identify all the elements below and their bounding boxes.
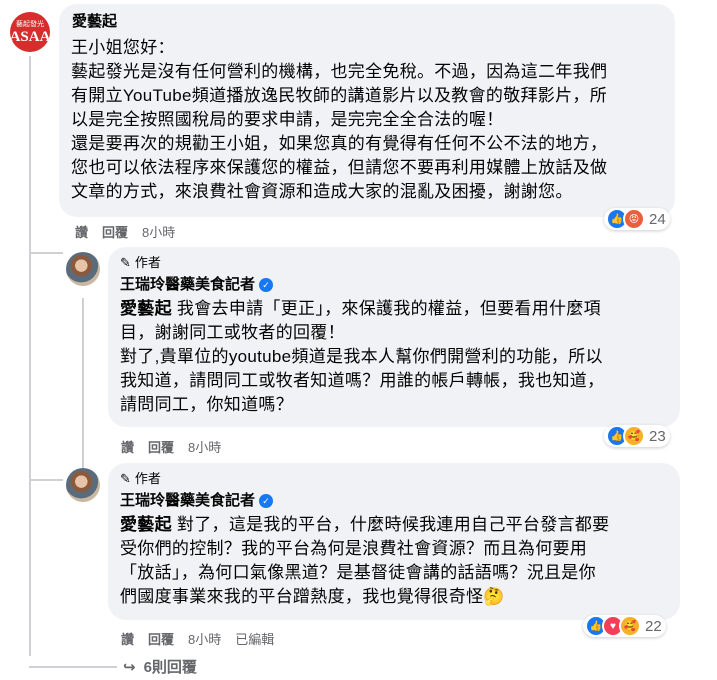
comment-line: 請問同工，你知道嗎？ [120, 395, 293, 414]
view-replies-label: 6則回覆 [143, 659, 197, 676]
reply-button[interactable]: 回覆 [148, 437, 174, 456]
comment-text: 愛藝起 我會去申請「更正」，來保護我的權益，但要看用什麼項 目，謝謝同工或牧者的… [120, 297, 668, 417]
comment-actions-1: 讚 回覆 8小時 [75, 222, 189, 241]
comment-line: 王小姐您好： [71, 38, 175, 57]
like-button[interactable]: 讚 [121, 437, 134, 456]
comment-actions-3: 讚 回覆 8小時 已編輯 [121, 629, 288, 648]
care-reaction-icon: 🥰 [623, 425, 645, 447]
author-badge-label: 作者 [134, 471, 161, 486]
pencil-icon: ✎ [120, 255, 131, 270]
avatar-author[interactable] [66, 252, 100, 286]
thread-line-branch-3 [29, 666, 117, 668]
timestamp[interactable]: 8小時 [142, 222, 175, 241]
mention-link[interactable]: 愛藝起 [120, 515, 172, 534]
reaction-count: 22 [645, 617, 662, 635]
comment-line: 對了,貴單位的youtube頻道是我本人幫你們開營利的功能，所以 [120, 347, 603, 366]
thread-line-branch-1 [29, 252, 63, 254]
comment-line: 們國度事業來我的平台蹭熱度，我也覺得很奇怪🤔 [120, 587, 505, 606]
care-reaction-icon: 🥰 [619, 615, 641, 637]
author-badge: ✎ 作者 [120, 255, 668, 271]
author-badge-label: 作者 [134, 255, 161, 270]
reaction-count: 24 [649, 210, 666, 228]
angry-reaction-icon: 😡 [623, 208, 645, 230]
comment-line: 您也可以依法程序來保護您的權益，但請您不要再利用媒體上放話及做 [71, 158, 608, 177]
comment-actions-2: 讚 回覆 8小時 [121, 437, 235, 456]
comment-line: 文章的方式，來浪費社會資源和造成大家的混亂及困擾，謝謝您。 [71, 182, 573, 201]
avatar-logo-top: 藝起發光 [16, 21, 44, 28]
verified-badge-icon: ✓ [259, 278, 274, 293]
thread-line-branch-2 [29, 479, 63, 481]
reaction-summary-3[interactable]: 👍 ♥ 🥰 22 [583, 615, 666, 637]
reaction-summary-1[interactable]: 👍 😡 24 [604, 208, 670, 230]
reaction-count: 23 [649, 427, 666, 445]
comment-author[interactable]: 王瑞玲醫藥美食記者 ✓ [120, 491, 668, 511]
comment-text: 愛藝起 對了，這是我的平台，什麼時候我連用自己平台發言都要 受你們的控制？我的平… [120, 513, 668, 609]
comment-line: 我知道，請問同工或牧者知道嗎？用誰的帳戶轉帳，我也知道， [120, 371, 605, 390]
author-badge: ✎ 作者 [120, 471, 668, 487]
comment-line: 愛藝起 對了，這是我的平台，什麼時候我連用自己平台發言都要 [120, 515, 610, 534]
timestamp[interactable]: 8小時 [188, 437, 221, 456]
reply-button[interactable]: 回覆 [102, 222, 128, 241]
comment-line: 還是要再次的規勸王小姐，如果您真的有覺得有任何不公不法的地方， [71, 134, 608, 153]
comment-author-name[interactable]: 王瑞玲醫藥美食記者 [120, 276, 255, 293]
avatar-asaa[interactable]: 藝起發光 ASAA [10, 12, 50, 52]
comment-line: 愛藝起 我會去申請「更正」，來保護我的權益，但要看用什麼項 [120, 299, 601, 318]
comment-line: 藝起發光是沒有任何營利的機構，也完全免稅。不過，因為這二年我們 [71, 62, 608, 81]
avatar-logo-main: ASAA [10, 29, 50, 45]
thread-line-sub [82, 298, 84, 468]
reaction-summary-2[interactable]: 👍 🥰 23 [604, 425, 670, 447]
comment-author[interactable]: 王瑞玲醫藥美食記者 ✓ [120, 275, 668, 295]
view-more-replies-button[interactable]: ↪ 6則回覆 [123, 656, 197, 677]
avatar-author[interactable] [66, 468, 100, 502]
mention-link[interactable]: 愛藝起 [120, 299, 172, 318]
like-button[interactable]: 讚 [75, 222, 88, 241]
verified-badge-icon: ✓ [259, 494, 274, 509]
comment-line: 受你們的控制？我的平台為何是浪費社會資源？而且為何要用 [120, 539, 588, 558]
comment-text: 王小姐您好： 藝起發光是沒有任何營利的機構，也完全免稅。不過，因為這二年我們 有… [71, 36, 663, 204]
comment-bubble-1: 愛藝起 王小姐您好： 藝起發光是沒有任何營利的機構，也完全免稅。不過，因為這二年… [59, 4, 675, 217]
comment-author-name[interactable]: 王瑞玲醫藥美食記者 [120, 492, 255, 509]
reply-arrow-icon: ↪ [123, 658, 136, 676]
comment-line: 以是完全按照國稅局的要求申請，是完完全全合法的喔！ [71, 110, 504, 129]
comment-line: 「放話」，為何口氣像黑道？是基督徒會講的話語嗎？況且是你 [120, 563, 596, 582]
pencil-icon: ✎ [120, 471, 131, 486]
comment-bubble-3: ✎ 作者 王瑞玲醫藥美食記者 ✓ 愛藝起 對了，這是我的平台，什麼時候我連用自己平… [108, 463, 680, 620]
reply-button[interactable]: 回覆 [148, 629, 174, 648]
like-button[interactable]: 讚 [121, 629, 134, 648]
comment-author[interactable]: 愛藝起 [72, 12, 663, 32]
thread-line-main [29, 56, 31, 656]
timestamp[interactable]: 8小時 [188, 629, 221, 648]
comment-line: 有開立YouTube頻道播放逸民牧師的講道影片以及教會的敬拜影片，所 [71, 86, 608, 105]
thinking-emoji-icon: 🤔 [483, 587, 505, 606]
edited-label[interactable]: 已編輯 [235, 629, 274, 648]
comment-line: 目，謝謝同工或牧者的回覆！ [120, 323, 345, 342]
comment-bubble-2: ✎ 作者 王瑞玲醫藥美食記者 ✓ 愛藝起 我會去申請「更正」，來保護我的權益，但要… [108, 247, 680, 427]
